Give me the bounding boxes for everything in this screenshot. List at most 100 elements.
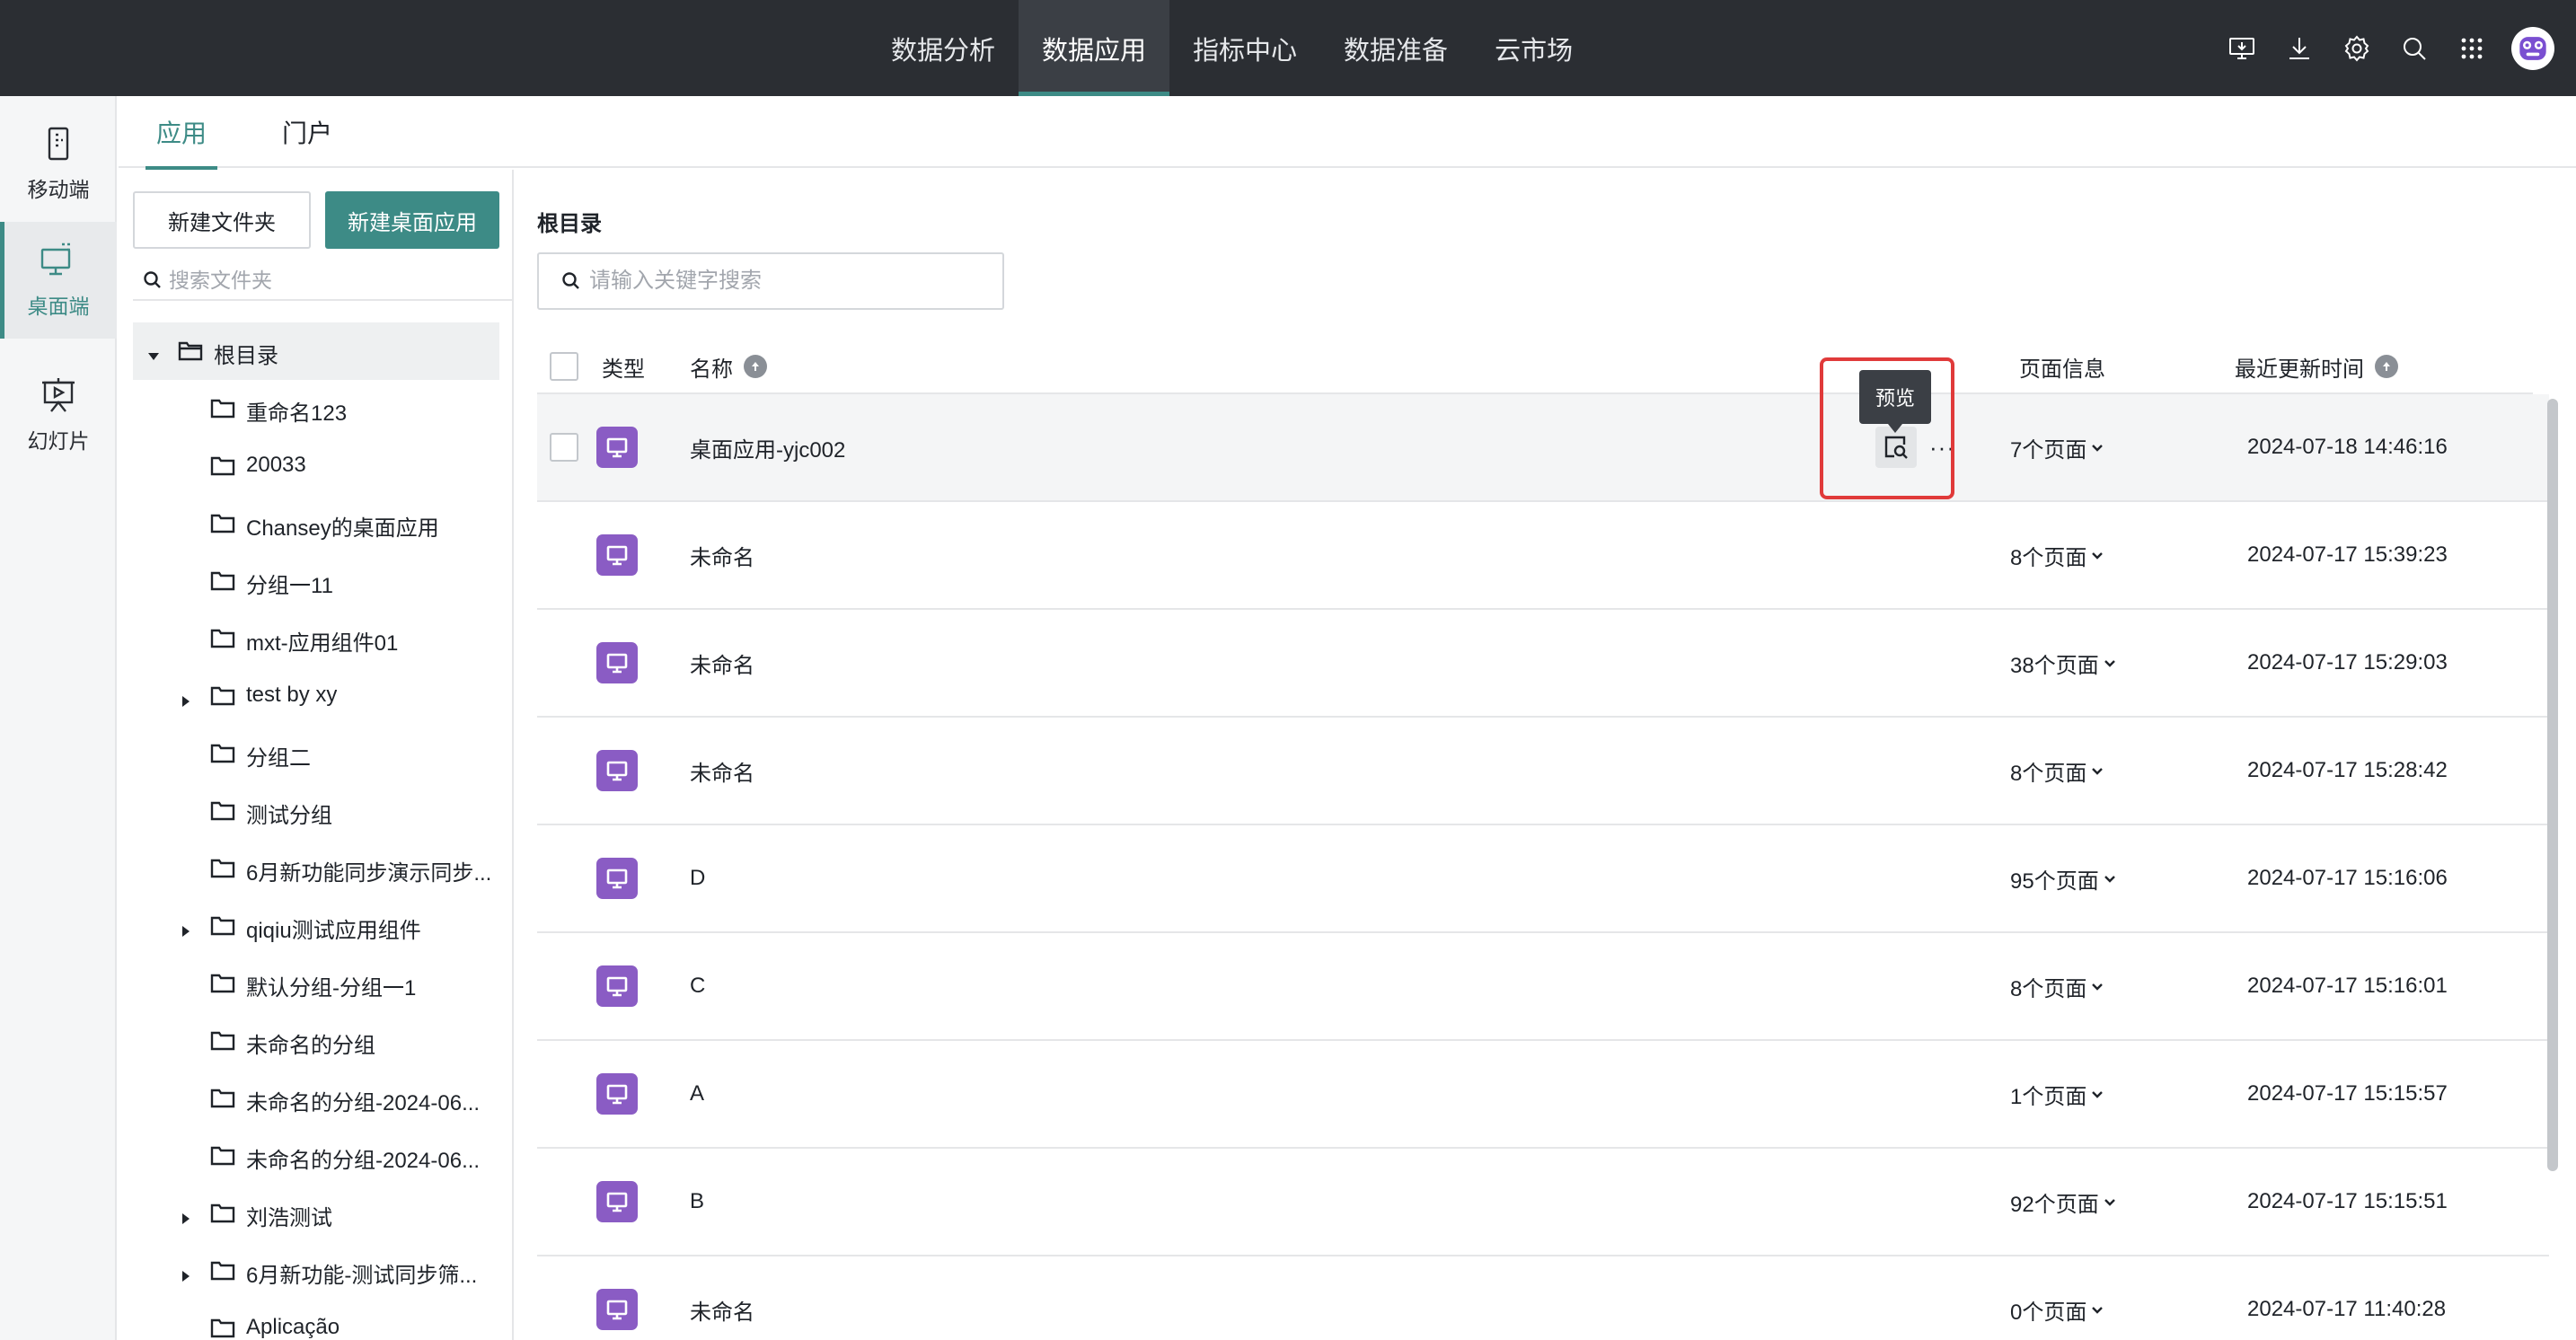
- app-name[interactable]: B: [690, 1149, 704, 1255]
- app-name[interactable]: 未命名: [690, 1256, 754, 1340]
- scrollbar[interactable]: [2547, 399, 2558, 1171]
- page-info-dropdown[interactable]: 38个页面: [2010, 610, 2117, 716]
- page-info-dropdown[interactable]: 1个页面: [2010, 1041, 2104, 1147]
- caret-right-icon[interactable]: [180, 689, 190, 707]
- folder-panel: 新建文件夹 新建桌面应用 根目录 重命名123 20033 Chansey的桌面应用…: [119, 170, 514, 1340]
- app-name[interactable]: 桌面应用-yjc002: [690, 394, 845, 500]
- desktop-app-icon: [596, 965, 638, 1007]
- tree-folder-item[interactable]: 刘浩测试: [133, 1185, 499, 1242]
- tree-folder-item[interactable]: qiqiu测试应用组件: [133, 897, 499, 955]
- table-row[interactable]: 未命名 8个页面 2024-07-17 15:39:23: [537, 502, 2549, 610]
- search-icon[interactable]: [2386, 20, 2443, 77]
- select-all-checkbox[interactable]: [550, 340, 578, 392]
- tree-label: 根目录: [214, 344, 278, 368]
- nav-item-metrics-center[interactable]: 指标中心: [1169, 0, 1320, 96]
- tree-folder-item[interactable]: test by xy: [133, 667, 499, 725]
- tree-label: mxt-应用组件01: [246, 631, 399, 656]
- page-info-dropdown[interactable]: 8个页面: [2010, 933, 2104, 1039]
- top-nav: 数据分析 数据应用 指标中心 数据准备 云市场: [868, 0, 1596, 96]
- folder-icon: [210, 800, 235, 822]
- row-checkbox[interactable]: [550, 394, 578, 500]
- folder-search: [133, 261, 514, 301]
- new-folder-button[interactable]: 新建文件夹: [133, 191, 311, 249]
- app-name[interactable]: 未命名: [690, 502, 754, 608]
- page-info-dropdown[interactable]: 7个页面: [2010, 394, 2104, 500]
- nav-item-data-prep[interactable]: 数据准备: [1320, 0, 1471, 96]
- app-type-cell: [596, 1041, 638, 1147]
- table-row[interactable]: 未命名 8个页面 2024-07-17 15:28:42: [537, 718, 2549, 825]
- tab-apps[interactable]: 应用: [146, 96, 217, 170]
- app-name[interactable]: A: [690, 1041, 704, 1147]
- table-row[interactable]: A 1个页面 2024-07-17 15:15:57: [537, 1041, 2549, 1149]
- page-info-dropdown[interactable]: 0个页面: [2010, 1256, 2104, 1340]
- chevron-down-icon: [2092, 983, 2104, 991]
- gear-icon[interactable]: [2328, 20, 2386, 77]
- app-name[interactable]: D: [690, 825, 705, 931]
- tree-folder-item[interactable]: 6月新功能同步演示同步...: [133, 840, 499, 897]
- app-name[interactable]: 未命名: [690, 718, 754, 824]
- page-count: 38个页面: [2010, 653, 2099, 678]
- rail-item-mobile[interactable]: 移动端: [0, 105, 117, 222]
- page-info-dropdown[interactable]: 92个页面: [2010, 1149, 2117, 1255]
- tree-folder-item[interactable]: 测试分组: [133, 782, 499, 840]
- tree-folder-item[interactable]: 分组二: [133, 725, 499, 782]
- tree-folder-item[interactable]: 未命名的分组-2024-06...: [133, 1127, 499, 1185]
- page-info-dropdown[interactable]: 8个页面: [2010, 502, 2104, 608]
- rail-item-desktop[interactable]: 桌面端: [0, 222, 117, 339]
- table-row[interactable]: D 95个页面 2024-07-17 15:16:06: [537, 825, 2549, 933]
- tree-folder-item[interactable]: Aplicação: [133, 1300, 499, 1340]
- tree-folder-item[interactable]: 20033: [133, 437, 499, 495]
- desktop-app-icon: [596, 534, 638, 576]
- table-row[interactable]: 桌面应用-yjc002 ··· 7个页面 2024-07-18 14:46:16: [537, 394, 2549, 502]
- breadcrumb: 根目录: [537, 212, 602, 236]
- caret-right-icon[interactable]: [180, 919, 190, 937]
- column-label: 类型: [602, 357, 645, 382]
- app-search-input[interactable]: [589, 269, 984, 294]
- desktop-download-icon[interactable]: [2213, 20, 2271, 77]
- column-updated[interactable]: 最近更新时间: [2235, 340, 2398, 392]
- tree-label: 默认分组-分组一1: [246, 976, 417, 1001]
- tree-root[interactable]: 根目录: [133, 322, 499, 380]
- new-desktop-app-button[interactable]: 新建桌面应用: [325, 191, 499, 249]
- tree-folder-item[interactable]: 分组一11: [133, 552, 499, 610]
- tree-folder-item[interactable]: 6月新功能-测试同步筛...: [133, 1242, 499, 1300]
- nav-label: 数据应用: [1042, 36, 1147, 66]
- nav-item-cloud-market[interactable]: 云市场: [1471, 0, 1596, 96]
- caret-right-icon[interactable]: [180, 1206, 190, 1224]
- rail-item-slideshow[interactable]: 幻灯片: [0, 357, 117, 473]
- chevron-down-icon: [2092, 1307, 2104, 1314]
- tree-label: Chansey的桌面应用: [246, 516, 439, 541]
- grid-apps-icon[interactable]: [2443, 20, 2501, 77]
- table-row[interactable]: 未命名 38个页面 2024-07-17 15:29:03: [537, 610, 2549, 718]
- chevron-down-icon: [2092, 445, 2104, 452]
- app-name[interactable]: C: [690, 933, 705, 1039]
- caret-right-icon[interactable]: [180, 1264, 190, 1282]
- updated-time: 2024-07-17 15:39:23: [2247, 542, 2448, 567]
- tree-folder-item[interactable]: mxt-应用组件01: [133, 610, 499, 667]
- sort-arrow-icon[interactable]: [744, 355, 767, 378]
- page-info-dropdown[interactable]: 95个页面: [2010, 825, 2117, 931]
- download-icon[interactable]: [2271, 20, 2328, 77]
- tree-folder-item[interactable]: 未命名的分组-2024-06...: [133, 1070, 499, 1127]
- desktop-app-icon: [596, 427, 638, 468]
- tab-portal[interactable]: 门户: [271, 96, 343, 168]
- caret-down-icon[interactable]: [147, 344, 159, 360]
- app-name[interactable]: 未命名: [690, 610, 754, 716]
- chevron-down-icon: [2104, 1199, 2115, 1206]
- table-row[interactable]: 未命名 0个页面 2024-07-17 11:40:28: [537, 1256, 2549, 1340]
- nav-item-data-apps[interactable]: 数据应用: [1019, 0, 1170, 96]
- tree-folder-item[interactable]: 默认分组-分组一1: [133, 955, 499, 1012]
- sort-arrow-icon[interactable]: [2375, 355, 2398, 378]
- tree-folder-item[interactable]: 重命名123: [133, 380, 499, 437]
- tree-folder-item[interactable]: Chansey的桌面应用: [133, 495, 499, 552]
- avatar[interactable]: [2511, 26, 2554, 70]
- folder-icon: [210, 1203, 235, 1224]
- tree-folder-item[interactable]: 未命名的分组: [133, 1012, 499, 1070]
- column-name[interactable]: 名称: [690, 340, 767, 392]
- table-row[interactable]: B 92个页面 2024-07-17 15:15:51: [537, 1149, 2549, 1256]
- column-label: 页面信息: [2019, 357, 2105, 382]
- table-row[interactable]: C 8个页面 2024-07-17 15:16:01: [537, 933, 2549, 1041]
- folder-search-input[interactable]: [169, 268, 501, 293]
- nav-item-data-analysis[interactable]: 数据分析: [868, 0, 1019, 96]
- page-info-dropdown[interactable]: 8个页面: [2010, 718, 2104, 824]
